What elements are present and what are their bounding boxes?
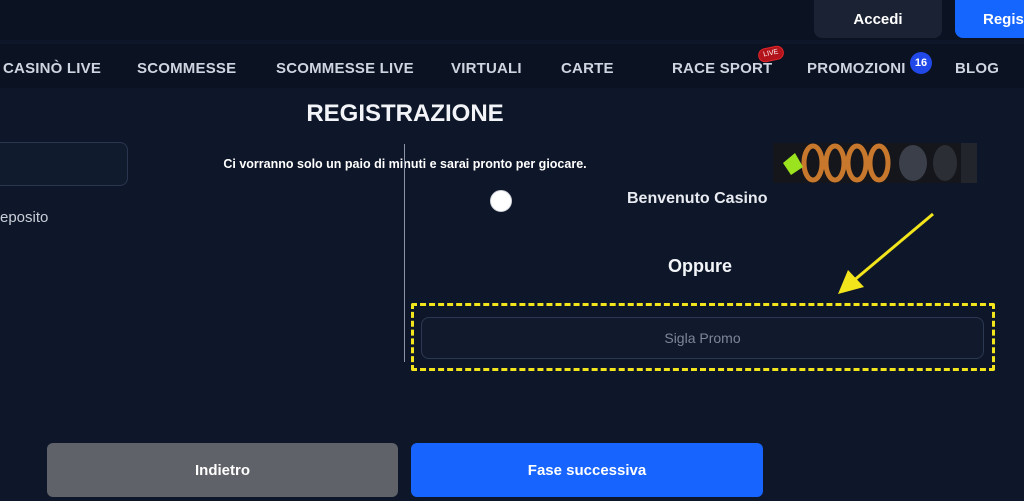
or-separator: Oppure (668, 256, 733, 276)
nav-item-carte[interactable]: CARTE (561, 60, 614, 77)
page-title: REGISTRAZIONE (306, 100, 504, 127)
left-partial-label: eposito (0, 209, 49, 226)
slot-reels-icon (773, 143, 977, 183)
column-divider (404, 144, 405, 362)
welcome-casino-radio[interactable] (490, 190, 512, 212)
next-step-button[interactable]: Fase successiva (411, 443, 763, 497)
nav-item-race-sport[interactable]: RACE SPORT (672, 60, 772, 77)
nav-item-casino-live[interactable]: CASINÒ LIVE (3, 60, 101, 77)
left-input-field[interactable] (0, 142, 128, 186)
login-button[interactable]: Accedi (814, 0, 942, 38)
welcome-casino-label: Benvenuto Casino (627, 190, 768, 207)
nav-item-scommesse-live[interactable]: SCOMMESSE LIVE (276, 60, 414, 77)
nav-item-virtuali[interactable]: VIRTUALI (451, 60, 522, 77)
main-nav: CASINÒ LIVE SCOMMESSE SCOMMESSE LIVE VIR… (0, 44, 1024, 88)
arrow-icon (838, 212, 934, 294)
promo-code-input[interactable] (421, 317, 984, 359)
register-button[interactable]: Regis (955, 0, 1024, 38)
promotions-count-badge: 16 (910, 52, 932, 74)
bonus-banner-image (773, 143, 977, 183)
nav-item-promozioni[interactable]: PROMOZIONI (807, 60, 906, 77)
page-subtitle: Ci vorranno solo un paio di minuti e sar… (223, 157, 587, 171)
back-button[interactable]: Indietro (47, 443, 398, 497)
nav-item-scommesse[interactable]: SCOMMESSE (137, 60, 236, 77)
nav-item-blog[interactable]: BLOG (955, 60, 999, 77)
